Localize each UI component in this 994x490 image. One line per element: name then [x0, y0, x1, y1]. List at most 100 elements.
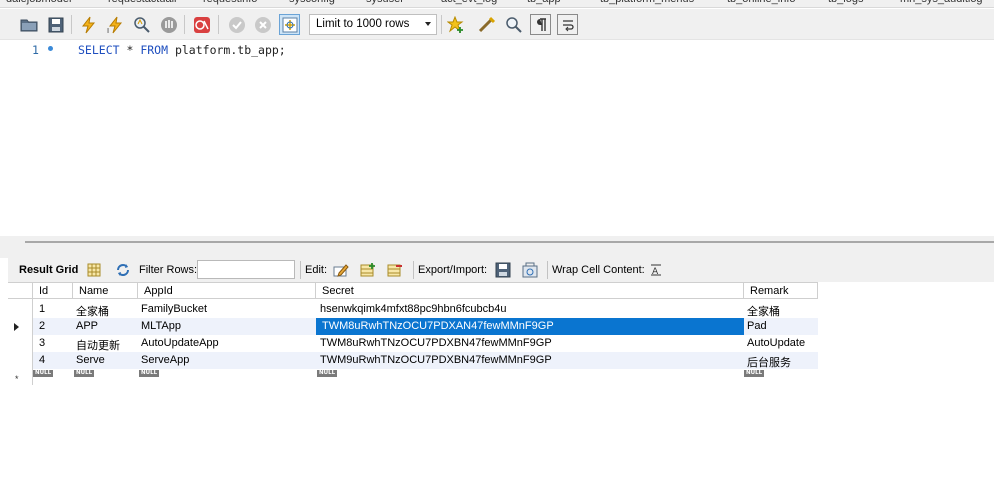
- chevron-down-icon: [425, 22, 431, 26]
- filter-rows-label: Filter Rows:: [139, 264, 198, 276]
- tab-tb-logs[interactable]: tb_logs: [828, 0, 863, 5]
- toolbar-separator: [71, 15, 72, 34]
- tab-tb-app[interactable]: tb_app: [527, 0, 561, 5]
- save-icon[interactable]: [45, 14, 66, 35]
- stop-icon[interactable]: [158, 14, 179, 35]
- cell-secret[interactable]: TWM9uRwhTNzOCU7PDXBN47fewMMnF9GP: [314, 352, 744, 369]
- panel-splitter[interactable]: [0, 236, 994, 258]
- explain-icon[interactable]: [131, 14, 152, 35]
- row-header-column: [8, 299, 33, 385]
- cell-id[interactable]: 1: [33, 301, 73, 318]
- cell-remark[interactable]: 后台服务: [741, 352, 818, 369]
- cell-remark[interactable]: Pad: [741, 318, 818, 335]
- statement-marker-icon: [48, 46, 53, 51]
- edit-row-icon[interactable]: [332, 261, 350, 279]
- toolbar-separator: [441, 15, 442, 34]
- toggle-autocommit-icon[interactable]: [279, 14, 300, 35]
- sql-editor[interactable]: 1 SELECT * FROM platform.tb_app;: [8, 40, 994, 236]
- cell-secret-selected[interactable]: TWM8uRwhTNzOCU7PDXAN47fewMMnF9GP: [316, 318, 744, 335]
- cell-appid[interactable]: MLTApp: [135, 318, 316, 335]
- refresh-icon[interactable]: [114, 261, 132, 279]
- svg-text:A: A: [652, 267, 659, 277]
- sql-keyword-from: FROM: [140, 43, 169, 57]
- cell-id[interactable]: 2: [33, 318, 73, 335]
- commit-icon[interactable]: [226, 14, 247, 35]
- open-folder-icon[interactable]: [18, 14, 39, 35]
- filter-rows-input[interactable]: [197, 260, 295, 279]
- tab-requestinfo[interactable]: requestinfo: [203, 0, 257, 5]
- cell-appid[interactable]: ServeApp: [135, 352, 316, 369]
- null-badge[interactable]: NULL: [74, 370, 95, 377]
- tab-mh-sys-auditlog[interactable]: mh_sys_auditlog: [900, 0, 983, 5]
- cell-id[interactable]: 4: [33, 352, 73, 369]
- sql-star: *: [119, 43, 141, 57]
- tab-requestactuall[interactable]: requestactuall: [108, 0, 177, 5]
- tab-dalejobmodel[interactable]: dalejobmodel: [6, 0, 71, 5]
- sql-editor-toolbar: I Limit to 1000 rows: [0, 9, 994, 40]
- invisible-chars-icon[interactable]: [530, 14, 551, 35]
- execute-icon[interactable]: [78, 14, 99, 35]
- insert-row-icon[interactable]: [359, 261, 377, 279]
- current-row-pointer-icon: [14, 323, 19, 331]
- import-icon[interactable]: [521, 261, 539, 279]
- sql-table-ref: platform.tb_app;: [168, 43, 286, 57]
- execute-current-icon[interactable]: I: [104, 14, 125, 35]
- toolbar-separator: [413, 261, 414, 279]
- sql-statement[interactable]: SELECT * FROM platform.tb_app;: [78, 43, 286, 57]
- toolbar-separator: [300, 261, 301, 279]
- cell-name[interactable]: APP: [70, 318, 138, 335]
- toolbar-separator: [184, 15, 185, 34]
- export-icon[interactable]: [494, 261, 512, 279]
- result-grid-tab[interactable]: Result Grid: [19, 264, 78, 276]
- new-row-marker: *: [15, 374, 19, 384]
- find-icon[interactable]: [503, 14, 524, 35]
- cell-appid[interactable]: FamilyBucket: [135, 301, 316, 318]
- null-badge[interactable]: NULL: [33, 370, 54, 377]
- add-snippet-icon[interactable]: [445, 14, 466, 35]
- cell-name[interactable]: 自动更新: [70, 335, 138, 352]
- wrap-cell-icon[interactable]: A: [647, 261, 665, 279]
- editor-tab-strip: dalejobmodel requestactuall requestinfo …: [0, 0, 994, 8]
- cell-id[interactable]: 3: [33, 335, 73, 352]
- toolbar-separator: [218, 15, 219, 34]
- cell-name[interactable]: Serve: [70, 352, 138, 369]
- column-header-remark[interactable]: Remark: [744, 282, 818, 299]
- tab-sysuser[interactable]: sysuser: [366, 0, 404, 5]
- sql-keyword-select: SELECT: [78, 43, 120, 57]
- svg-text:I: I: [107, 27, 109, 34]
- beautify-icon[interactable]: [476, 14, 497, 35]
- cell-name[interactable]: 全家桶: [70, 301, 138, 318]
- column-header-name[interactable]: Name: [73, 282, 138, 299]
- row-header-corner: [8, 282, 33, 299]
- wrap-cell-content-label: Wrap Cell Content:: [552, 264, 645, 276]
- word-wrap-icon[interactable]: [557, 14, 578, 35]
- cell-secret[interactable]: hsenwkqimk4mfxt88pc9hbn6fcubcb4u: [314, 301, 744, 318]
- column-header-secret[interactable]: Secret: [316, 282, 744, 299]
- result-grid-toolbar: Result Grid Filter Rows: Edit: Export/Im…: [8, 258, 994, 282]
- splitter-handle[interactable]: [25, 241, 994, 243]
- row-limit-value: Limit to 1000 rows: [316, 18, 410, 30]
- toggle-stop-on-error-icon[interactable]: [191, 14, 212, 35]
- toolbar-separator: [547, 261, 548, 279]
- column-header-appid[interactable]: AppId: [138, 282, 316, 299]
- null-badge[interactable]: NULL: [139, 370, 160, 377]
- cell-remark[interactable]: 全家桶: [741, 301, 818, 318]
- cell-remark[interactable]: AutoUpdate: [741, 335, 818, 352]
- grid-view-icon[interactable]: [85, 261, 103, 279]
- null-badge[interactable]: NULL: [744, 370, 765, 377]
- column-header-id[interactable]: Id: [33, 282, 73, 299]
- delete-row-icon[interactable]: [386, 261, 404, 279]
- tab-tb-online-info[interactable]: tb_online_info: [727, 0, 796, 5]
- null-badge[interactable]: NULL: [317, 370, 338, 377]
- tab-tb-platform-menus[interactable]: tb_platform_menus: [600, 0, 694, 5]
- tab-sysconfig[interactable]: sysconfig: [289, 0, 335, 5]
- line-number: 1: [32, 43, 39, 57]
- cell-appid[interactable]: AutoUpdateApp: [135, 335, 316, 352]
- export-import-label: Export/Import:: [418, 264, 488, 276]
- cell-secret[interactable]: TWM8uRwhTNzOCU7PDXBN47fewMMnF9GP: [314, 335, 744, 352]
- result-grid[interactable]: Id Name AppId Secret Remark 1 全家桶 Family…: [8, 282, 994, 490]
- tab-act-evt-log[interactable]: act_evt_log: [441, 0, 497, 5]
- edit-label: Edit:: [305, 264, 328, 276]
- row-limit-select[interactable]: Limit to 1000 rows: [309, 14, 437, 35]
- rollback-icon[interactable]: [252, 14, 273, 35]
